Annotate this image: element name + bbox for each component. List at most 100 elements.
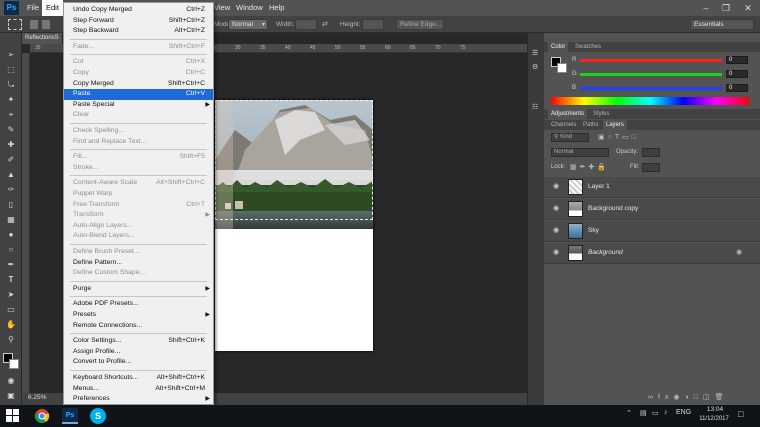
pen-icon[interactable]: ✒ <box>2 259 20 271</box>
volume-icon[interactable]: ♪ <box>664 409 668 416</box>
menu-item-adobe-pdf-presets[interactable]: Adobe PDF Presets... <box>64 299 213 310</box>
minimize-icon[interactable]: – <box>696 0 716 16</box>
layer-row[interactable]: ◉ Layer 1 <box>544 177 760 198</box>
menu-item-fade[interactable]: Fade... Shift+Ctrl+F <box>64 42 213 53</box>
notifications-icon[interactable]: □ <box>738 409 743 419</box>
adjust-icon[interactable]: ☷ <box>532 103 541 112</box>
menu-item-paste[interactable]: Paste Ctrl+V <box>64 89 213 100</box>
clock-date[interactable]: 11/12/2017 <box>694 416 734 422</box>
quick-select-icon[interactable]: ✦ <box>2 94 20 106</box>
color-bg-swatch[interactable] <box>557 63 567 73</box>
crop-icon[interactable]: ⌖ <box>2 109 20 121</box>
stamp-icon[interactable]: ▲ <box>2 169 20 181</box>
menu-item-remote-connections[interactable]: Remote Connections... <box>64 321 213 332</box>
tab-adjustments[interactable]: Adjustments <box>548 109 588 119</box>
lock-icons[interactable]: ▦✒✚🔒 <box>570 163 609 171</box>
visibility-eye-icon[interactable]: ◉ <box>553 227 561 235</box>
refine-edge-button[interactable]: Refine Edge... <box>396 19 444 30</box>
eraser-icon[interactable]: ▯ <box>2 199 20 211</box>
menu-item-copy[interactable]: Copy Ctrl+C <box>64 68 213 79</box>
menu-help[interactable]: Help <box>265 0 288 16</box>
tab-channels[interactable]: Channels <box>548 120 579 130</box>
menu-item-undo-copy-merged[interactable]: Undo Copy Merged Ctrl+Z <box>64 5 213 16</box>
layer-footer-icons[interactable]: ∞fx◉◑□◫🗑 <box>648 393 729 401</box>
tab-paths[interactable]: Paths <box>580 120 601 130</box>
blur-icon[interactable]: ● <box>2 229 20 241</box>
menu-item-preferences[interactable]: Preferences ▶ <box>64 394 213 405</box>
menu-item-auto-blend-layers[interactable]: Auto-Blend Layers... <box>64 231 213 242</box>
hand-icon[interactable]: ✋ <box>2 319 20 331</box>
type-tool-icon[interactable]: T <box>2 274 20 286</box>
battery-icon[interactable]: ▭ <box>652 409 659 417</box>
tab-layers[interactable]: Layers <box>603 120 628 130</box>
history-icon[interactable]: ☰ <box>532 49 541 58</box>
shape-icon[interactable]: ▭ <box>2 304 20 316</box>
menu-item-assign-profile[interactable]: Assign Profile... <box>64 347 213 358</box>
layer-kind-filter[interactable]: ⚲ Kind <box>551 133 589 142</box>
menu-item-stroke[interactable]: Stroke... <box>64 163 213 174</box>
clock-time[interactable]: 13:04 <box>702 406 728 413</box>
dodge-icon[interactable]: ○ <box>2 244 20 256</box>
height-input[interactable] <box>362 19 384 30</box>
swap-icon[interactable]: ⇄ <box>322 20 328 28</box>
workspace-select[interactable]: Essentials <box>690 19 754 30</box>
menu-item-define-brush-preset[interactable]: Define Brush Preset... <box>64 247 213 258</box>
menu-item-auto-align-layers[interactable]: Auto-Align Layers... <box>64 221 213 232</box>
channel-g-value[interactable]: 0 <box>726 70 748 78</box>
network-icon[interactable]: ▤ <box>640 409 647 417</box>
menu-item-puppet-warp[interactable]: Puppet Warp <box>64 189 213 200</box>
menu-item-copy-merged[interactable]: Copy Merged Shift+Ctrl+C <box>64 79 213 90</box>
menu-item-find-and-replace-text[interactable]: Find and Replace Text... <box>64 137 213 148</box>
document-tab[interactable]: ReflectionsS <box>22 33 62 44</box>
menu-item-free-transform[interactable]: Free Transform Ctrl+T <box>64 200 213 211</box>
gradient-icon[interactable]: ▦ <box>2 214 20 226</box>
history-brush-icon[interactable]: ✑ <box>2 184 20 196</box>
color-spectrum[interactable] <box>551 97 749 105</box>
marquee-tool-icon[interactable] <box>8 19 22 30</box>
background-color-swatch[interactable] <box>9 359 19 369</box>
add-selection-icon[interactable] <box>42 20 50 29</box>
fill-input[interactable] <box>642 163 660 172</box>
menu-item-presets[interactable]: Presets ▶ <box>64 310 213 321</box>
menu-item-cut[interactable]: Cut Ctrl+X <box>64 57 213 68</box>
channel-r-slider[interactable] <box>580 59 722 62</box>
tab-styles[interactable]: Styles <box>590 109 612 119</box>
chrome-icon[interactable] <box>34 408 50 424</box>
healing-icon[interactable]: ✚ <box>2 139 20 151</box>
path-select-icon[interactable]: ➤ <box>2 289 20 301</box>
layer-row[interactable]: ◉ Background copy <box>544 199 760 220</box>
visibility-eye-icon[interactable]: ◉ <box>553 205 561 213</box>
channel-b-value[interactable]: 0 <box>726 84 748 92</box>
screen-mode-icon[interactable]: ▣ <box>2 390 20 402</box>
zoom-level[interactable]: 6.25% <box>28 394 46 401</box>
menu-item-define-custom-shape[interactable]: Define Custom Shape... <box>64 268 213 279</box>
eyedropper-icon[interactable]: ✎ <box>2 124 20 136</box>
rect-marquee-icon[interactable]: ⬚ <box>2 64 20 76</box>
menu-item-step-forward[interactable]: Step Forward Shift+Ctrl+Z <box>64 16 213 27</box>
close-icon[interactable]: ✕ <box>738 0 758 16</box>
brush-icon[interactable]: ✐ <box>2 154 20 166</box>
menu-item-step-backward[interactable]: Step Backward Alt+Ctrl+Z <box>64 26 213 37</box>
new-selection-icon[interactable] <box>30 20 38 29</box>
zoom-icon[interactable]: ⚲ <box>2 334 20 346</box>
tray-chevron-icon[interactable]: ⌃ <box>626 409 632 417</box>
photoshop-task-icon[interactable]: Ps <box>62 408 78 424</box>
document-canvas[interactable] <box>215 100 373 351</box>
menu-item-check-spelling[interactable]: Check Spelling... <box>64 126 213 137</box>
width-input[interactable] <box>295 19 317 30</box>
menu-item-purge[interactable]: Purge ▶ <box>64 284 213 295</box>
channel-g-slider[interactable] <box>580 73 722 76</box>
menu-item-clear[interactable]: Clear <box>64 110 213 121</box>
menu-item-content-aware-scale[interactable]: Content-Aware Scale Alt+Shift+Ctrl+C <box>64 178 213 189</box>
blend-mode-select[interactable]: Normal <box>551 148 609 157</box>
layer-row[interactable]: ◉ Background ◉ <box>544 243 760 264</box>
windows-start-icon[interactable] <box>6 408 22 424</box>
maximize-icon[interactable]: ❐ <box>716 0 736 16</box>
skype-icon[interactable]: S <box>90 408 106 424</box>
menu-window[interactable]: Window <box>232 0 267 16</box>
visibility-eye-icon[interactable]: ◉ <box>553 249 561 257</box>
menu-item-paste-special[interactable]: Paste Special ▶ <box>64 100 213 111</box>
channel-r-value[interactable]: 0 <box>726 56 748 64</box>
lasso-icon[interactable]: ⤿ <box>2 79 20 91</box>
language-indicator[interactable]: ENG <box>676 409 691 416</box>
